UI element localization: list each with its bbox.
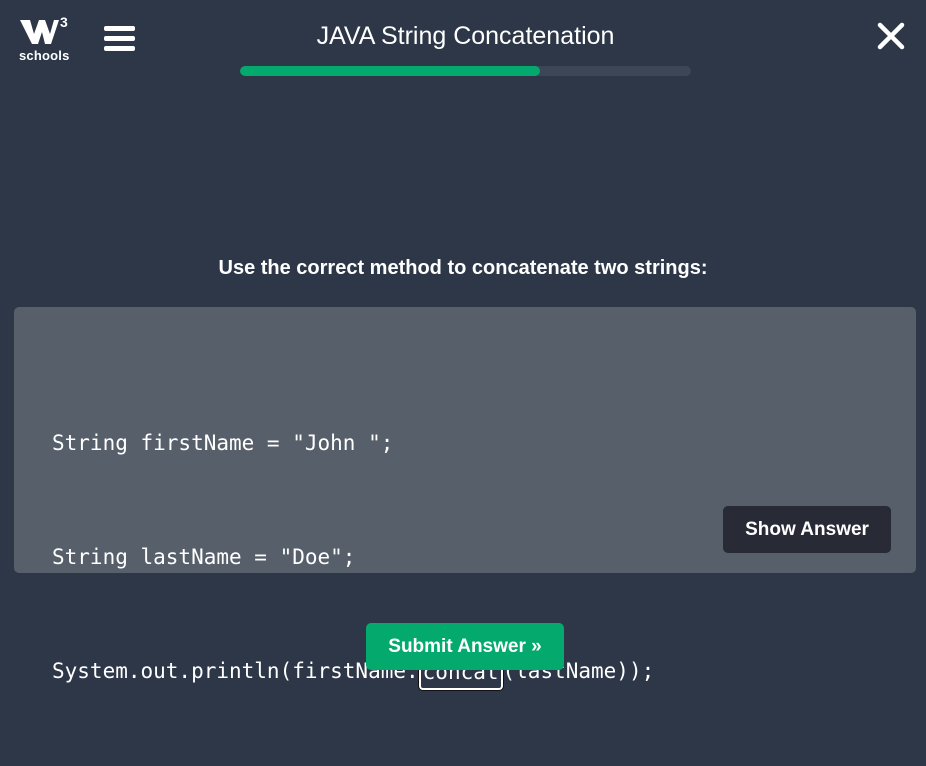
show-answer-button[interactable]: Show Answer [723,506,891,553]
logo-wordmark: schools [19,48,70,63]
progress-bar-fill [240,66,540,76]
exercise-instruction: Use the correct method to concatenate tw… [0,255,926,281]
code-line-1: String firstName = "John "; [52,431,394,455]
instruction-suffix: two strings: [588,257,708,279]
logo-superscript: 3 [60,14,68,30]
code-line-2: String lastName = "Doe"; [52,545,356,569]
instruction-prefix: Use the correct method to [218,257,472,279]
page-title: JAVA String Concatenation [316,22,615,50]
hamburger-menu-icon[interactable] [104,26,135,52]
instruction-emphasis: concatenate [471,257,589,279]
code-exercise-box: String firstName = "John "; String lastN… [14,307,916,690]
code-block: String firstName = "John "; String lastN… [52,348,654,766]
progress-bar [240,66,691,76]
submit-answer-button[interactable]: Submit Answer » [366,623,564,670]
close-icon[interactable] [876,21,906,51]
code-line-3-prefix: System.out.println(firstName. [52,659,419,683]
w3schools-logo[interactable]: 3 schools [18,14,70,64]
w3-logo-mark-icon [20,20,59,44]
